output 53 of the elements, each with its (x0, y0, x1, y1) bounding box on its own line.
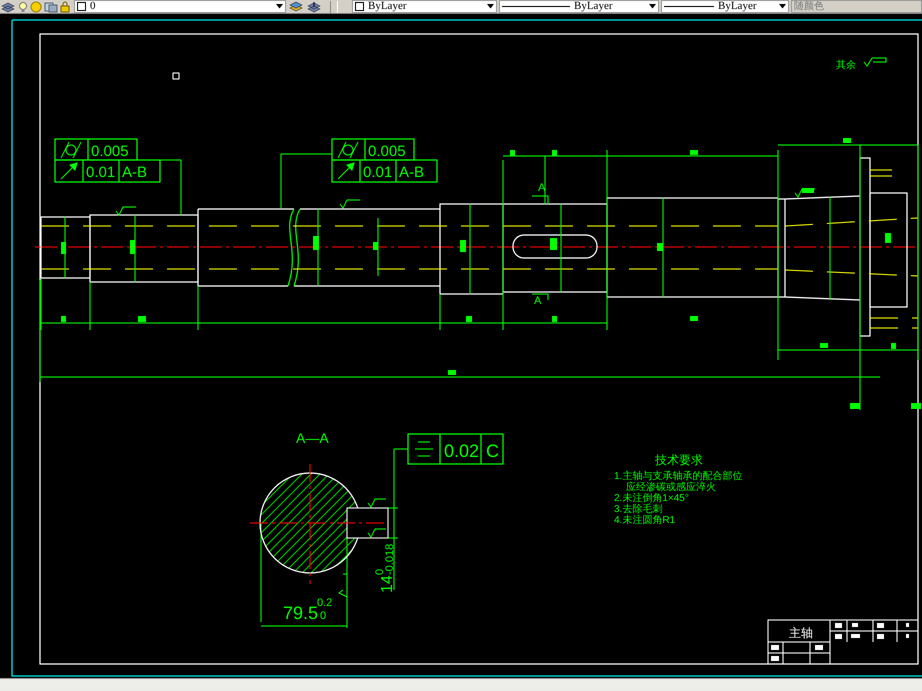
dropdown-arrow-icon (487, 4, 494, 9)
cylindricity-symbol-icon (60, 142, 82, 158)
dimension-value: 79.5 (283, 603, 318, 623)
freeze-icon[interactable] (44, 0, 58, 12)
cursor-box-icon (172, 72, 180, 80)
upper-tolerance: 0.2 (317, 597, 332, 609)
dropdown-arrow-icon (276, 4, 283, 9)
section-mark: A (534, 295, 542, 307)
sun-icon[interactable] (30, 0, 42, 12)
runout-arrow-icon (338, 162, 355, 180)
tolerance-value: 0.01 (86, 164, 116, 181)
layer-dropdown[interactable]: 0 (74, 0, 286, 13)
datum-reference: A-B (122, 164, 148, 181)
upper-tolerance: 0 (374, 568, 386, 575)
requirement-line: 4.未注圆角R1 (614, 515, 676, 526)
datum-reference: A-B (399, 164, 424, 181)
datum-reference: C (486, 441, 499, 461)
layers-icon[interactable] (0, 0, 16, 12)
roughness-symbol-icon (338, 574, 348, 598)
requirement-line: 2.未注倒角1×45° (614, 493, 689, 504)
layer-previous-icon[interactable] (306, 0, 322, 12)
tolerance-value: 0.02 (444, 441, 480, 461)
roughness-symbol-icon (368, 528, 386, 538)
roughness-symbol-icon (864, 58, 886, 67)
tolerance-value: 0.01 (363, 164, 392, 181)
part-name: 主轴 (789, 626, 813, 640)
roughness-symbol-icon (340, 200, 360, 209)
requirement-line: 1.主轴与支承轴承的配合部位 (614, 471, 742, 482)
requirement-line: 3.去除毛刺 (614, 504, 662, 515)
cylindricity-symbol-icon (338, 142, 358, 158)
tolerance-value: 0.005 (91, 143, 129, 160)
color-dropdown[interactable]: ByLayer (352, 0, 497, 13)
requirement-line: 应经渗碳或感应淬火 (626, 482, 716, 493)
roughness-note: 其余 (836, 60, 856, 71)
symmetry-symbol-icon (414, 442, 434, 456)
runout-arrow-icon (60, 162, 78, 180)
lower-tolerance: 0 (320, 610, 326, 622)
section-label: A—A (296, 430, 329, 446)
lightbulb-icon[interactable] (18, 0, 28, 12)
requirements-title: 技术要求 (655, 453, 703, 467)
lower-tolerance: -0.018 (384, 544, 396, 575)
dimension-value: 14 (379, 575, 396, 593)
roughness-symbol-icon (794, 188, 816, 198)
linetype-dropdown[interactable]: ByLayer (499, 0, 659, 13)
dropdown-arrow-icon (649, 4, 656, 9)
roughness-symbol-icon (368, 498, 386, 508)
roughness-symbol-icon (116, 206, 136, 216)
layer-tool-icon[interactable] (288, 0, 304, 12)
section-mark: A (538, 182, 546, 194)
lock-icon[interactable] (60, 0, 70, 12)
dropdown-arrow-icon (779, 4, 786, 9)
tolerance-value: 0.005 (368, 143, 406, 160)
lineweight-dropdown[interactable]: ByLayer (661, 0, 789, 13)
